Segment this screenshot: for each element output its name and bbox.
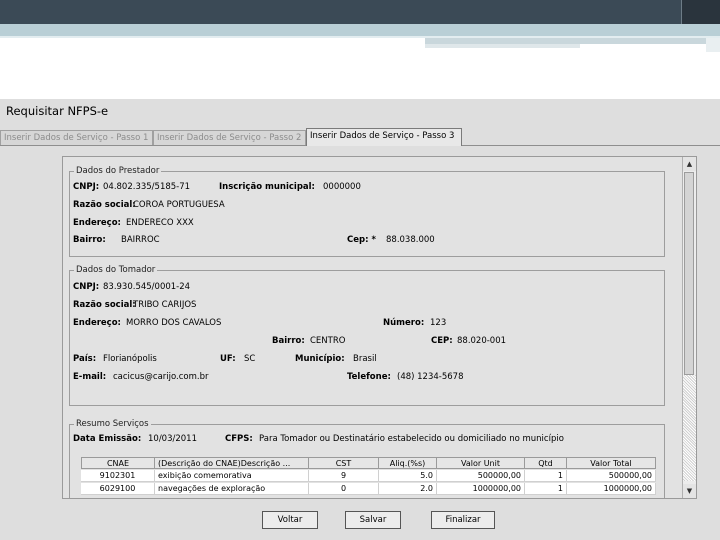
cell-cst: 0: [309, 483, 379, 495]
tomador-pais-value: Florianópolis: [103, 354, 157, 364]
table-row[interactable]: 9102301 exibição comemorativa 9 5.0 5000…: [81, 470, 656, 482]
scroll-up-arrow-icon[interactable]: ▲: [683, 157, 696, 171]
resumo-data-label: Data Emissão:: [73, 434, 142, 444]
window-title: Requisitar NFPS-e: [6, 104, 109, 118]
tomador-cnpj-value: 83.930.545/0001-24: [103, 282, 191, 292]
tomador-bairro-label: Bairro:: [272, 336, 305, 346]
voltar-button[interactable]: Voltar: [262, 511, 318, 529]
tomador-razao-label: Razão social:: [73, 300, 136, 310]
slide-top-bar-corner: [681, 0, 720, 24]
tomador-telefone-value: (48) 1234-5678: [397, 372, 464, 382]
column-header-cst[interactable]: CST: [309, 457, 379, 469]
scroll-track[interactable]: [683, 375, 696, 481]
tomador-municipio-value: Brasil: [353, 354, 377, 364]
tomador-email-label: E-mail:: [73, 372, 107, 382]
column-header-valor-unit[interactable]: Valor Unit: [437, 457, 525, 469]
cell-cst: 9: [309, 470, 379, 482]
resumo-cfps-label: CFPS:: [225, 434, 253, 444]
tomador-numero-value: 123: [430, 318, 447, 328]
tomador-legend: Dados do Tomador: [74, 265, 158, 275]
prestador-razao-label: Razão social:: [73, 200, 136, 210]
prestador-endereco-label: Endereço:: [73, 218, 121, 228]
tab-passo-1[interactable]: Inserir Dados de Serviço - Passo 1: [0, 130, 153, 145]
column-header-aliquota[interactable]: Aliq.(%s): [379, 457, 437, 469]
prestador-bairro-value: BAIRROC: [121, 235, 160, 245]
finalizar-button[interactable]: Finalizar: [431, 511, 495, 529]
tomador-email-value: cacicus@carijo.com.br: [113, 372, 209, 382]
form-scroll-pane[interactable]: Dados do Prestador CNPJ: 04.802.335/5185…: [62, 156, 697, 499]
tomador-cep-value: 88.020-001: [457, 336, 507, 346]
cell-qtd: 1: [525, 470, 567, 482]
column-header-valor-total[interactable]: Valor Total: [567, 457, 656, 469]
tomador-razao-value: TRIBO CARIJOS: [133, 300, 197, 310]
prestador-bairro-label: Bairro:: [73, 235, 106, 245]
prestador-im-label: Inscrição municipal:: [219, 182, 315, 192]
slide-accent-stripe-right-2: [425, 44, 580, 48]
scroll-down-arrow-icon[interactable]: ▼: [683, 484, 696, 498]
prestador-endereco-value: ENDERECO XXX: [126, 218, 194, 228]
tab-bar: Inserir Dados de Serviço - Passo 1 Inser…: [0, 128, 720, 146]
column-header-qtd[interactable]: Qtd: [525, 457, 567, 469]
cell-cnae: 6029100: [81, 483, 155, 495]
tomador-bairro-value: CENTRO: [310, 336, 346, 346]
vertical-scrollbar[interactable]: ▲ ▼: [682, 157, 696, 498]
app-window: Requisitar NFPS-e Inserir Dados de Servi…: [0, 99, 720, 540]
tomador-cnpj-label: CNPJ:: [73, 282, 100, 292]
slide-top-bar: [0, 0, 720, 24]
prestador-cnpj-label: CNPJ:: [73, 182, 100, 192]
prestador-razao-value: COROA PORTUGUESA: [133, 200, 225, 210]
prestador-cnpj-value: 04.802.335/5185-71: [103, 182, 191, 192]
slide-accent-stripe: [0, 24, 720, 36]
cell-descricao: navegações de exploração: [155, 483, 309, 495]
cell-qtd: 1: [525, 483, 567, 495]
column-header-descricao[interactable]: (Descrição do CNAE)Descrição ...: [155, 457, 309, 469]
table-header: CNAE (Descrição do CNAE)Descrição ... CS…: [81, 457, 656, 469]
tab-passo-2[interactable]: Inserir Dados de Serviço - Passo 2: [153, 130, 306, 145]
prestador-cep-value: 88.038.000: [386, 235, 435, 245]
cell-valor-total: 500000,00: [567, 470, 656, 482]
cell-valor-total: 1000000,00: [567, 483, 656, 495]
tomador-numero-label: Número:: [383, 318, 425, 328]
tomador-pais-label: País:: [73, 354, 97, 364]
cell-valor-unit: 500000,00: [437, 470, 525, 482]
resumo-legend: Resumo Serviços: [74, 419, 151, 429]
table-row[interactable]: 6029100 navegações de exploração 0 2.0 1…: [81, 483, 656, 495]
tomador-cep-label: CEP:: [431, 336, 453, 346]
cell-aliquota: 2.0: [379, 483, 437, 495]
cell-descricao: exibição comemorativa: [155, 470, 309, 482]
prestador-legend: Dados do Prestador: [74, 166, 162, 176]
tomador-uf-label: UF:: [220, 354, 236, 364]
resumo-cfps-value: Para Tomador ou Destinatário estabelecid…: [259, 434, 564, 444]
tomador-uf-value: SC: [244, 354, 256, 364]
tomador-endereco-value: MORRO DOS CAVALOS: [126, 318, 222, 328]
tab-passo-3[interactable]: Inserir Dados de Serviço - Passo 3: [306, 128, 462, 146]
prestador-im-value: 0000000: [323, 182, 361, 192]
slide-accent-block: [706, 38, 720, 52]
tomador-telefone-label: Telefone:: [347, 372, 391, 382]
column-header-cnae[interactable]: CNAE: [81, 457, 155, 469]
tomador-municipio-label: Município:: [295, 354, 345, 364]
cell-valor-unit: 1000000,00: [437, 483, 525, 495]
resumo-data-value: 10/03/2011: [148, 434, 197, 444]
prestador-cep-label: Cep: *: [347, 235, 376, 245]
prestador-group: Dados do Prestador CNPJ: 04.802.335/5185…: [69, 166, 665, 257]
scroll-thumb[interactable]: [684, 172, 694, 375]
salvar-button[interactable]: Salvar: [345, 511, 401, 529]
cell-aliquota: 5.0: [379, 470, 437, 482]
tomador-group: Dados do Tomador CNPJ: 83.930.545/0001-2…: [69, 265, 665, 406]
cell-cnae: 9102301: [81, 470, 155, 482]
tomador-endereco-label: Endereço:: [73, 318, 121, 328]
